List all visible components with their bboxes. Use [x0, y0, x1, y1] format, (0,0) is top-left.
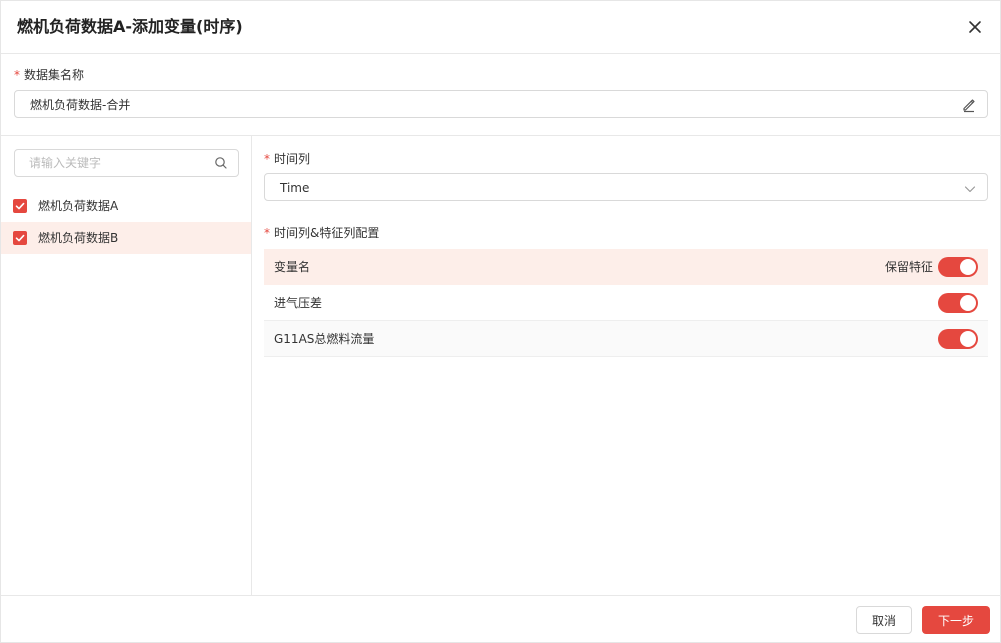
required-mark: * [14, 68, 20, 82]
keep-feature-header: 保留特征 [884, 260, 933, 274]
time-column-label: * 时间列 [264, 151, 310, 167]
table-row: G11AS总燃料流量 [264, 321, 988, 357]
search-icon[interactable] [214, 156, 228, 170]
dialog-header: 燃机负荷数据A-添加变量(时序) [1, 1, 1001, 54]
required-mark: * [264, 226, 270, 240]
list-item-label: 燃机负荷数据B [38, 231, 119, 245]
cancel-button[interactable]: 取消 [856, 606, 912, 634]
search-input[interactable] [29, 155, 209, 171]
close-icon[interactable] [965, 17, 985, 37]
list-item[interactable]: 燃机负荷数据B [1, 222, 251, 254]
toggle-knob [960, 331, 976, 347]
time-column-select[interactable]: Time [264, 173, 988, 201]
dataset-name-field[interactable]: 燃机负荷数据-合并 [14, 90, 988, 118]
checkbox-checked[interactable] [13, 199, 27, 213]
feature-config-table: 变量名 保留特征 进气压差 G11AS总燃料流量 [264, 249, 988, 357]
dataset-name-label-text: 数据集名称 [24, 68, 85, 82]
feature-config-label-text: 时间列&特征列配置 [274, 226, 380, 240]
keep-feature-toggle[interactable] [938, 293, 978, 313]
time-column-value: Time [280, 181, 310, 195]
dataset-name-value: 燃机负荷数据-合并 [30, 98, 131, 112]
dataset-name-label: * 数据集名称 [14, 67, 84, 83]
variable-name: 进气压差 [274, 296, 323, 310]
checkbox-checked[interactable] [13, 231, 27, 245]
dataset-list-panel: 燃机负荷数据A 燃机负荷数据B [1, 136, 252, 595]
variable-name-header: 变量名 [274, 260, 311, 274]
feature-config-label: * 时间列&特征列配置 [264, 225, 379, 241]
table-row: 进气压差 [264, 285, 988, 321]
edit-icon[interactable] [961, 97, 977, 113]
dialog-title: 燃机负荷数据A-添加变量(时序) [17, 17, 243, 36]
time-column-label-text: 时间列 [274, 152, 311, 166]
list-item-label: 燃机负荷数据A [38, 199, 119, 213]
variable-name: G11AS总燃料流量 [274, 332, 375, 346]
add-variable-dialog: 燃机负荷数据A-添加变量(时序) * 数据集名称 燃机负荷数据-合并 请输入关键… [0, 0, 1001, 643]
dialog-footer: 取消 下一步 [1, 595, 1001, 643]
config-panel: * 时间列 Time * 时间列&特征列配置 变量名 保留特征 进气压差 G11… [252, 136, 1001, 595]
toggle-knob [960, 259, 976, 275]
search-box [14, 149, 239, 177]
table-header-row: 变量名 保留特征 [264, 249, 988, 285]
toggle-knob [960, 295, 976, 311]
next-step-button[interactable]: 下一步 [922, 606, 990, 634]
required-mark: * [264, 152, 270, 166]
keep-all-toggle[interactable] [938, 257, 978, 277]
chevron-down-icon [963, 182, 977, 196]
list-item[interactable]: 燃机负荷数据A [1, 190, 251, 222]
keep-feature-toggle[interactable] [938, 329, 978, 349]
